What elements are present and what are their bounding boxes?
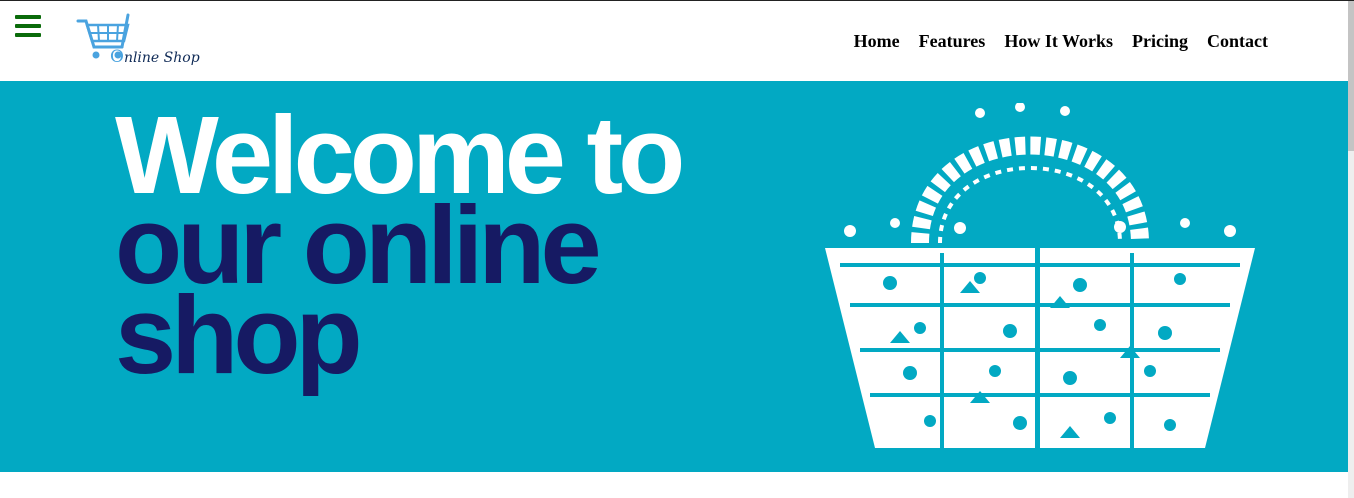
shopping-basket-icon (825, 103, 1255, 448)
hero-headline: Welcome to our online shop (115, 100, 685, 391)
hero-banner: Welcome to our online shop (0, 81, 1348, 472)
hamburger-menu-icon[interactable] (15, 15, 41, 37)
nav-contact[interactable]: Contact (1207, 31, 1268, 52)
nav-how-it-works[interactable]: How It Works (1004, 31, 1113, 52)
top-navigation-bar: Online Shop Home Features How It Works P… (0, 1, 1348, 81)
nav-features[interactable]: Features (919, 31, 986, 52)
site-logo[interactable]: Online Shop (76, 13, 200, 69)
nav-pricing[interactable]: Pricing (1132, 31, 1188, 52)
nav-home[interactable]: Home (854, 31, 900, 52)
scrollbar-thumb[interactable] (1348, 1, 1354, 151)
page-scrollbar[interactable] (1348, 1, 1354, 498)
logo-text: Online Shop (110, 47, 200, 67)
main-nav: Home Features How It Works Pricing Conta… (854, 31, 1268, 52)
